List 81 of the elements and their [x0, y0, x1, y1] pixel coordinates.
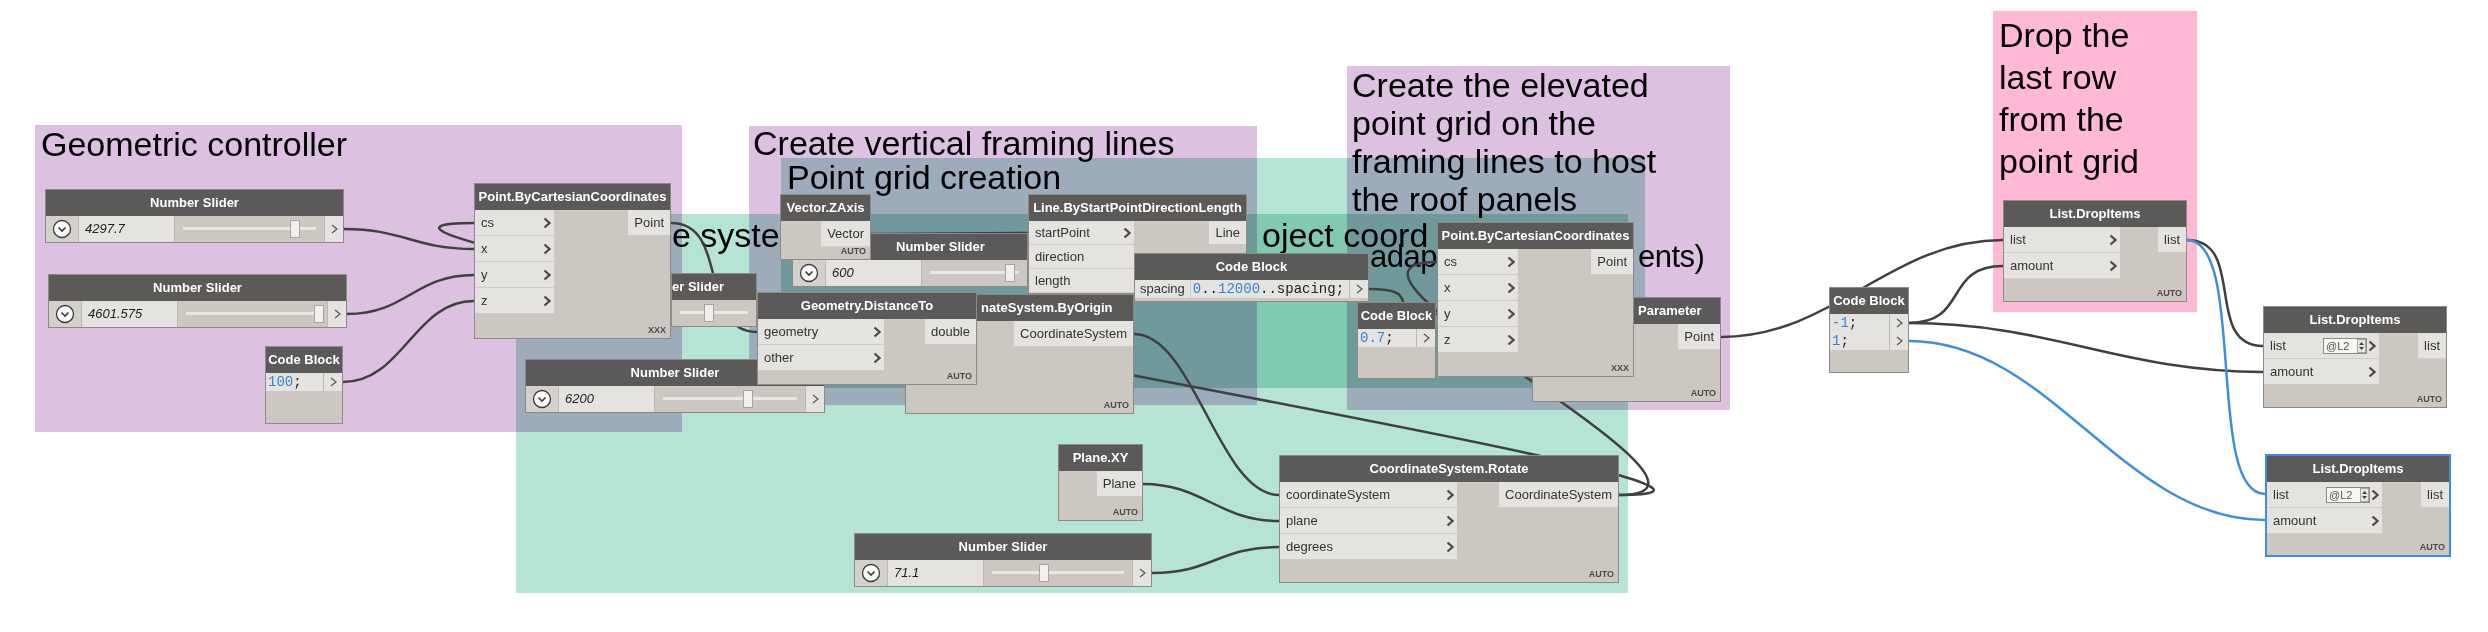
- chevron-right-icon: [330, 224, 338, 234]
- number-slider-node[interactable]: Number Slider 4297.7: [45, 189, 344, 243]
- port-label: amount: [2270, 363, 2314, 380]
- chevron-right-icon: [329, 377, 337, 387]
- lacing-label: AUTO: [1588, 569, 1614, 579]
- port-label: list: [2270, 337, 2286, 354]
- group-title: Create vertical framing lines: [753, 126, 1175, 160]
- input-port[interactable]: list: [2004, 227, 2120, 253]
- chevron-right-icon: [2371, 488, 2379, 501]
- value-field[interactable]: 4297.7: [78, 216, 175, 242]
- slider-thumb[interactable]: [314, 305, 325, 323]
- chevron-right-icon: [1446, 540, 1454, 553]
- output-port[interactable]: list: [2158, 227, 2186, 253]
- group-title: Point grid creation: [787, 160, 1062, 194]
- group-title: Geometric controller: [41, 127, 348, 161]
- group-title: Create the elevated point grid on the framing lines to host the roof panels: [1352, 66, 1658, 218]
- function-node[interactable]: List.DropItems list amount list AUTO: [2003, 200, 2187, 302]
- function-node[interactable]: List.DropItems list @L2 amount list AUTO: [2263, 306, 2447, 408]
- output-port[interactable]: list: [2418, 333, 2446, 359]
- level-field[interactable]: @L2: [2323, 337, 2367, 354]
- field-value: @L2: [2326, 338, 2351, 353]
- group-title: ents): [1638, 241, 1705, 272]
- chevron-right-icon: [2109, 233, 2117, 246]
- spinner-icon[interactable]: [2357, 338, 2366, 353]
- slider-thumb[interactable]: [290, 220, 301, 238]
- node-title: Vector.ZAxis: [781, 195, 870, 221]
- output-port[interactable]: [327, 301, 346, 327]
- output-port[interactable]: list: [2421, 482, 2449, 508]
- lacing-label: AUTO: [2156, 288, 2182, 298]
- port-label: amount: [2010, 257, 2054, 274]
- input-port[interactable]: list @L2: [2267, 482, 2382, 508]
- slider-thumb[interactable]: [1039, 564, 1050, 582]
- node-title: List.DropItems: [2264, 307, 2446, 333]
- number-slider-node[interactable]: Number Slider 71.1: [854, 533, 1152, 587]
- level-field[interactable]: @L2: [2326, 486, 2370, 503]
- chevron-right-icon: [2368, 365, 2376, 378]
- node-title: Line.ByStartPointDirectionLength: [1029, 195, 1246, 221]
- port-label: list: [2273, 486, 2289, 503]
- value-field[interactable]: 4601.575: [81, 301, 178, 327]
- lacing-label: AUTO: [2419, 542, 2445, 552]
- output-port[interactable]: [323, 373, 342, 391]
- output-port[interactable]: [1889, 314, 1908, 332]
- input-port[interactable]: amount: [2004, 253, 2120, 279]
- output-port[interactable]: Point: [1678, 324, 1720, 350]
- field-value: @L2: [2329, 487, 2354, 502]
- port-label: amount: [2273, 512, 2317, 529]
- node-title: Number Slider: [49, 275, 346, 301]
- chevron-right-icon: [1138, 568, 1146, 578]
- function-node[interactable]: List.DropItems list @L2 amount list AUTO: [2265, 454, 2451, 557]
- node-title: Code Block: [266, 347, 342, 373]
- chevron-right-icon: [2368, 339, 2376, 352]
- input-port[interactable]: degrees: [1280, 534, 1457, 560]
- node-title: Code Block: [1830, 288, 1908, 314]
- node-title: Number Slider: [855, 534, 1151, 560]
- input-port[interactable]: list @L2: [2264, 333, 2379, 359]
- lacing-label: AUTO: [2416, 394, 2442, 404]
- node-title: List.DropItems: [2267, 456, 2449, 482]
- number-slider-node[interactable]: Number Slider 4601.575: [48, 274, 347, 328]
- input-port[interactable]: amount: [2267, 508, 2382, 534]
- lacing-label: AUTO: [1690, 388, 1716, 398]
- output-port[interactable]: [324, 216, 343, 242]
- node-title: List.DropItems: [2004, 201, 2186, 227]
- port-label: plane: [1286, 512, 1318, 529]
- input-port[interactable]: plane: [1280, 508, 1457, 534]
- output-port[interactable]: [1889, 332, 1908, 350]
- input-port[interactable]: amount: [2264, 359, 2379, 385]
- node-title: Number Slider: [46, 190, 343, 216]
- output-port[interactable]: [1132, 560, 1151, 586]
- node-title: Point.ByCartesianCoordinates: [475, 184, 670, 210]
- spinner-icon[interactable]: [2360, 487, 2369, 502]
- chevron-right-icon: [2371, 514, 2379, 527]
- group-title: Drop the last row from the point grid: [1999, 15, 2140, 182]
- chevron-right-icon: [333, 309, 341, 319]
- chevron-right-icon: [2109, 259, 2117, 272]
- code-block-node[interactable]: Code Block -1; 1;: [1829, 287, 1909, 373]
- code-block-node[interactable]: Code Block 100;: [265, 346, 343, 424]
- port-label: list: [2010, 231, 2026, 248]
- lacing-label: AUTO: [1112, 507, 1138, 517]
- chevron-right-icon: [1446, 514, 1454, 527]
- value-field[interactable]: 71.1: [887, 560, 984, 586]
- port-label: degrees: [1286, 538, 1333, 555]
